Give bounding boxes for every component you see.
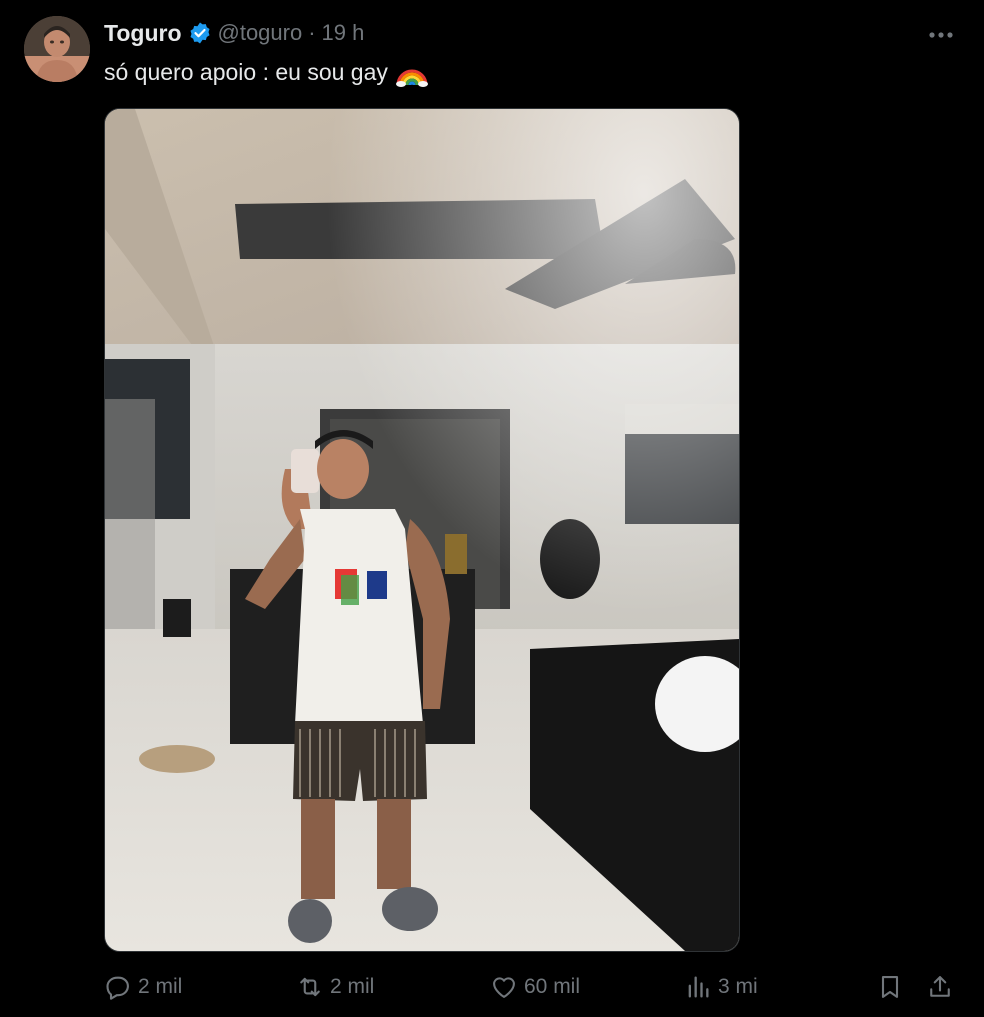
reply-bubble-icon (106, 976, 129, 1000)
more-options-button[interactable] (922, 20, 960, 50)
share-button[interactable] (926, 965, 954, 1009)
retweet-icon (300, 977, 320, 997)
retweet-button[interactable]: 2 mil (296, 965, 374, 1009)
reply-count: 2 mil (138, 975, 183, 998)
tweet-post[interactable]: Toguro @toguro · 19 h só quero apoio : e… (0, 0, 984, 1017)
tweet-photo[interactable] (104, 108, 740, 952)
bookmark-button[interactable] (876, 965, 904, 1009)
heart-icon (493, 977, 515, 998)
more-horizontal-icon (929, 32, 953, 38)
tweet-text-content: só quero apoio : eu sou gay (104, 58, 388, 85)
tweet-actions: 2 mil 2 mil 60 mil 3 mi (100, 965, 964, 1009)
like-button[interactable]: 60 mil (490, 965, 580, 1009)
tweet-header: Toguro @toguro · 19 h (104, 18, 364, 48)
bookmark-icon (881, 976, 899, 998)
separator-dot: · (308, 20, 316, 45)
reply-button[interactable]: 2 mil (104, 965, 182, 1009)
user-handle[interactable]: @toguro (218, 20, 303, 46)
display-name[interactable]: Toguro (104, 20, 182, 47)
avatar[interactable] (24, 16, 90, 82)
views-bar-chart-icon (688, 976, 709, 998)
share-icon (930, 976, 950, 997)
view-count: 3 mi (718, 975, 758, 998)
tweet-text: só quero apoio : eu sou gay (104, 56, 428, 88)
like-count: 60 mil (524, 975, 581, 998)
rainbow-emoji-icon (395, 57, 428, 87)
mirror-selfie-photo (105, 109, 739, 951)
retweet-count: 2 mil (330, 975, 375, 998)
verified-badge-icon (188, 21, 212, 45)
timestamp[interactable]: 19 h (322, 20, 365, 46)
views-button[interactable]: 3 mi (684, 965, 758, 1009)
